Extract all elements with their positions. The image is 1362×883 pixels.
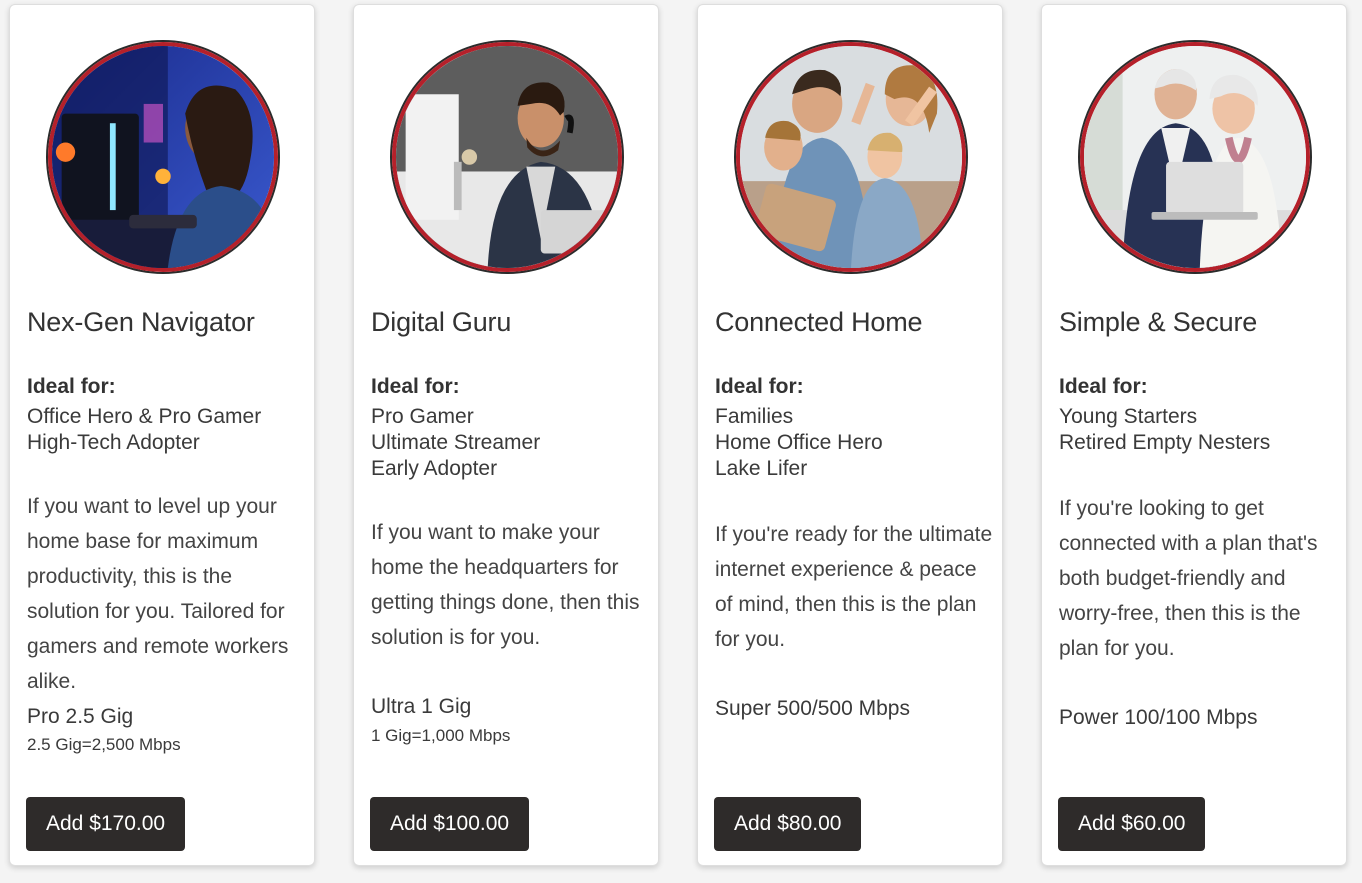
ideal-for-label: Ideal for: bbox=[371, 375, 460, 398]
ideal-for-list: Pro Gamer Ultimate Streamer Early Adopte… bbox=[371, 404, 540, 482]
ideal-for-item: Early Adopter bbox=[371, 457, 498, 480]
plan-name: Power 100/100 Mbps bbox=[1059, 706, 1258, 729]
speed-note: 2.5 Gig=2,500 Mbps bbox=[27, 735, 181, 754]
senior-couple-photo bbox=[1080, 42, 1310, 272]
ideal-for-item: Lake Lifer bbox=[715, 457, 808, 480]
card-title: Nex-Gen Navigator bbox=[27, 307, 255, 337]
family-photo bbox=[736, 42, 966, 272]
ideal-for-item: Home Office Hero bbox=[715, 431, 883, 454]
ideal-for-label: Ideal for: bbox=[715, 375, 804, 398]
add-plan-button[interactable]: Add $80.00 bbox=[714, 797, 862, 851]
ideal-for-item: High-Tech Adopter bbox=[27, 431, 200, 454]
ideal-for-item: Families bbox=[715, 405, 794, 428]
gamer-woman-photo bbox=[48, 42, 278, 272]
ideal-for-item: Ultimate Streamer bbox=[371, 431, 541, 454]
ideal-for-label: Ideal for: bbox=[27, 375, 116, 398]
ideal-for-list: Office Hero & Pro Gamer High-Tech Adopte… bbox=[27, 404, 261, 456]
plan-name: Super 500/500 Mbps bbox=[715, 697, 910, 720]
plan-card-nex-gen-navigator: Nex-Gen Navigator Ideal for: Office Hero… bbox=[9, 4, 315, 866]
ideal-for-list: Families Home Office Hero Lake Lifer bbox=[715, 404, 883, 482]
ideal-for-label: Ideal for: bbox=[1059, 375, 1148, 398]
plan-card-digital-guru: Digital Guru Ideal for: Pro Gamer Ultima… bbox=[353, 4, 659, 866]
add-plan-button[interactable]: Add $60.00 bbox=[1058, 797, 1206, 851]
card-title: Connected Home bbox=[715, 307, 923, 337]
speed-note: 1 Gig=1,000 Mbps bbox=[371, 726, 511, 745]
plan-name: Ultra 1 Gig bbox=[371, 695, 472, 718]
ideal-for-item: Office Hero & Pro Gamer bbox=[27, 405, 262, 428]
add-plan-button[interactable]: Add $100.00 bbox=[370, 797, 530, 851]
ideal-for-item: Pro Gamer bbox=[371, 405, 474, 428]
card-title: Simple & Secure bbox=[1059, 307, 1258, 337]
ideal-for-item: Young Starters bbox=[1059, 405, 1198, 428]
ideal-for-item: Retired Empty Nesters bbox=[1059, 431, 1271, 454]
plan-cards: Nex-Gen Navigator Ideal for: Office Hero… bbox=[0, 0, 1362, 883]
add-plan-button[interactable]: Add $170.00 bbox=[26, 797, 186, 851]
ideal-for-list: Young Starters Retired Empty Nesters bbox=[1059, 404, 1270, 456]
plan-name: Pro 2.5 Gig bbox=[27, 705, 134, 728]
card-description: If you want to make your home the headqu… bbox=[371, 521, 640, 649]
card-title: Digital Guru bbox=[371, 307, 512, 337]
card-description: If you want to level up your home base f… bbox=[27, 495, 289, 693]
card-description: If you're looking to get connected with … bbox=[1059, 497, 1318, 660]
plan-card-connected-home: Connected Home Ideal for: Families Home … bbox=[697, 4, 1003, 866]
plan-card-simple-and-secure: Simple & Secure Ideal for: Young Starter… bbox=[1041, 4, 1347, 866]
headset-man-photo bbox=[392, 42, 622, 272]
card-description: If you're ready for the ultimate interne… bbox=[715, 523, 993, 651]
